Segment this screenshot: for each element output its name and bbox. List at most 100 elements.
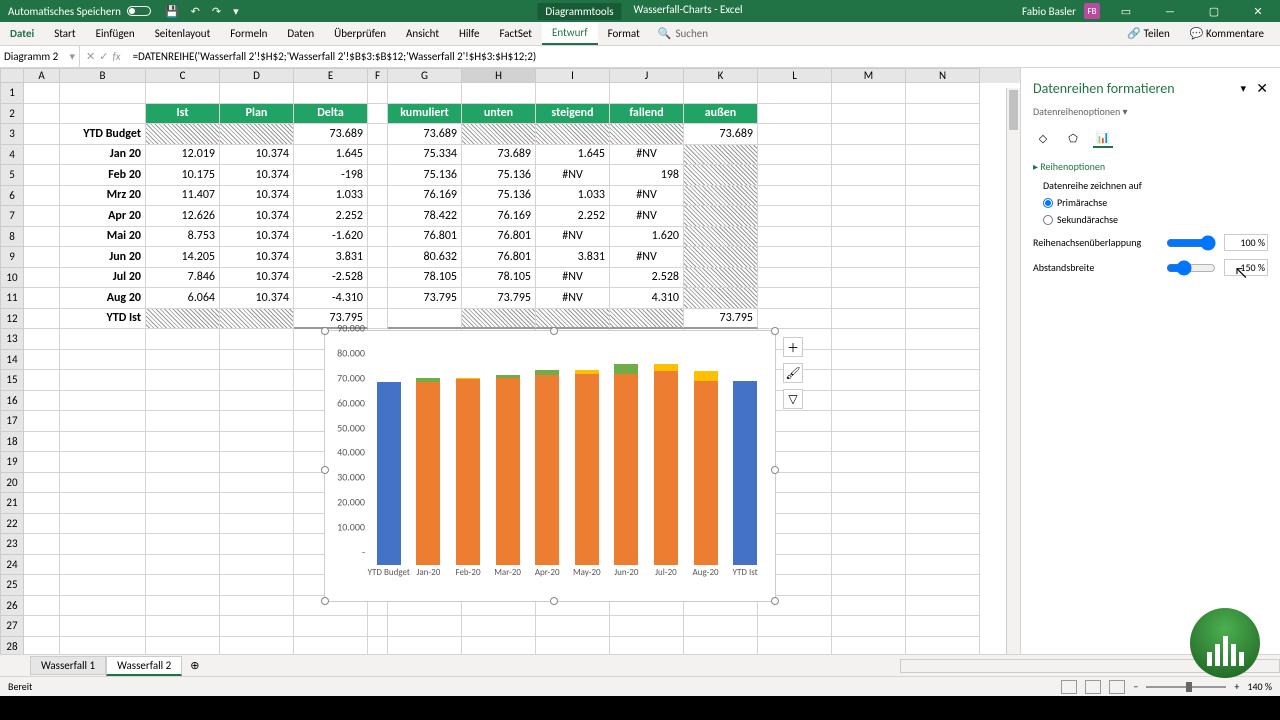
cell[interactable] bbox=[60, 616, 146, 637]
cell[interactable] bbox=[906, 350, 980, 371]
cell[interactable] bbox=[906, 411, 980, 432]
cell[interactable] bbox=[368, 206, 388, 227]
cell[interactable] bbox=[294, 637, 368, 655]
cell[interactable] bbox=[146, 514, 220, 535]
cell[interactable] bbox=[684, 145, 758, 166]
cell[interactable] bbox=[684, 637, 758, 655]
cell[interactable] bbox=[832, 616, 906, 637]
tab-daten[interactable]: Daten bbox=[277, 22, 324, 45]
cell[interactable] bbox=[758, 268, 832, 289]
cell[interactable]: 10.374 bbox=[220, 288, 294, 309]
cell[interactable] bbox=[146, 432, 220, 453]
cell[interactable] bbox=[220, 637, 294, 655]
cell[interactable] bbox=[832, 411, 906, 432]
cell[interactable] bbox=[24, 329, 60, 350]
cell[interactable]: 73.689 bbox=[388, 124, 462, 145]
cell[interactable] bbox=[832, 288, 906, 309]
cell[interactable]: steigend bbox=[536, 104, 610, 125]
effects-icon[interactable]: ⬠ bbox=[1063, 128, 1083, 148]
cell[interactable] bbox=[24, 391, 60, 412]
cell[interactable]: 75.136 bbox=[388, 165, 462, 186]
row-header[interactable]: 25 bbox=[0, 575, 24, 596]
cell[interactable]: 10.374 bbox=[220, 247, 294, 268]
cell[interactable] bbox=[368, 104, 388, 125]
cell[interactable] bbox=[368, 309, 388, 330]
cell[interactable]: 12.626 bbox=[146, 206, 220, 227]
cell[interactable] bbox=[906, 227, 980, 248]
cell[interactable] bbox=[24, 432, 60, 453]
cell[interactable]: 10.374 bbox=[220, 227, 294, 248]
cell[interactable]: 73.689 bbox=[462, 145, 536, 166]
cell[interactable] bbox=[24, 309, 60, 330]
autosave-toggle[interactable] bbox=[127, 6, 151, 16]
cell[interactable] bbox=[24, 288, 60, 309]
cell[interactable] bbox=[24, 104, 60, 125]
cell[interactable] bbox=[60, 452, 146, 473]
tab-factset[interactable]: FactSet bbox=[489, 22, 542, 45]
col-header[interactable]: A bbox=[24, 68, 60, 83]
cell[interactable] bbox=[294, 83, 368, 104]
row-header[interactable]: 28 bbox=[0, 637, 24, 655]
cell[interactable]: 3.831 bbox=[294, 247, 368, 268]
cell[interactable] bbox=[832, 268, 906, 289]
cell[interactable] bbox=[146, 83, 220, 104]
cell[interactable] bbox=[832, 514, 906, 535]
cell[interactable]: 7.846 bbox=[146, 268, 220, 289]
cell[interactable] bbox=[24, 473, 60, 494]
cell[interactable] bbox=[758, 83, 832, 104]
cell[interactable]: 8.753 bbox=[146, 227, 220, 248]
cell[interactable] bbox=[536, 83, 610, 104]
cell[interactable]: 73.689 bbox=[684, 124, 758, 145]
cell[interactable] bbox=[758, 637, 832, 655]
avatar[interactable]: FB bbox=[1084, 3, 1100, 19]
cell[interactable] bbox=[832, 432, 906, 453]
cell[interactable] bbox=[146, 534, 220, 555]
cell[interactable] bbox=[832, 227, 906, 248]
cell[interactable] bbox=[684, 165, 758, 186]
cell[interactable]: YTD Budget bbox=[60, 124, 146, 145]
cell[interactable] bbox=[758, 309, 832, 330]
name-box[interactable]: Diagramm 2 ▾ bbox=[0, 46, 80, 67]
cell[interactable] bbox=[220, 514, 294, 535]
tab-datei[interactable]: Datei bbox=[0, 22, 44, 45]
col-header[interactable]: F bbox=[368, 68, 388, 83]
cell[interactable] bbox=[758, 616, 832, 637]
cell[interactable]: 10.374 bbox=[220, 145, 294, 166]
cell[interactable] bbox=[220, 391, 294, 412]
cell[interactable]: 12.019 bbox=[146, 145, 220, 166]
chart-filter-button[interactable]: ▽ bbox=[783, 389, 803, 409]
cell[interactable]: #NV bbox=[536, 165, 610, 186]
cell[interactable] bbox=[24, 165, 60, 186]
tab-einfuegen[interactable]: Einfügen bbox=[86, 22, 145, 45]
cell[interactable] bbox=[368, 288, 388, 309]
cell[interactable]: #NV bbox=[610, 186, 684, 207]
section-header[interactable]: ▸ Reihenoptionen bbox=[1033, 160, 1268, 173]
cell[interactable] bbox=[368, 268, 388, 289]
col-header[interactable]: D bbox=[220, 68, 294, 83]
cell[interactable]: 10.374 bbox=[220, 206, 294, 227]
row-header[interactable]: 17 bbox=[0, 411, 24, 432]
cell[interactable]: Mrz 20 bbox=[60, 186, 146, 207]
cell[interactable] bbox=[60, 350, 146, 371]
cell[interactable] bbox=[758, 186, 832, 207]
cell[interactable] bbox=[610, 124, 684, 145]
zoom-slider[interactable] bbox=[1146, 686, 1226, 688]
cell[interactable] bbox=[832, 186, 906, 207]
cell[interactable] bbox=[24, 575, 60, 596]
cell[interactable] bbox=[832, 206, 906, 227]
cell[interactable]: 76.169 bbox=[462, 206, 536, 227]
cell[interactable] bbox=[60, 596, 146, 617]
cell[interactable] bbox=[220, 370, 294, 391]
cell[interactable] bbox=[906, 83, 980, 104]
row-header[interactable]: 2 bbox=[0, 104, 24, 125]
cell[interactable] bbox=[24, 534, 60, 555]
row-header[interactable]: 14 bbox=[0, 350, 24, 371]
cell[interactable] bbox=[24, 124, 60, 145]
cell[interactable] bbox=[60, 83, 146, 104]
cell[interactable]: -198 bbox=[294, 165, 368, 186]
cell[interactable] bbox=[146, 493, 220, 514]
cell[interactable] bbox=[832, 247, 906, 268]
cell[interactable] bbox=[684, 83, 758, 104]
cell[interactable]: außen bbox=[684, 104, 758, 125]
cell[interactable] bbox=[388, 616, 462, 637]
